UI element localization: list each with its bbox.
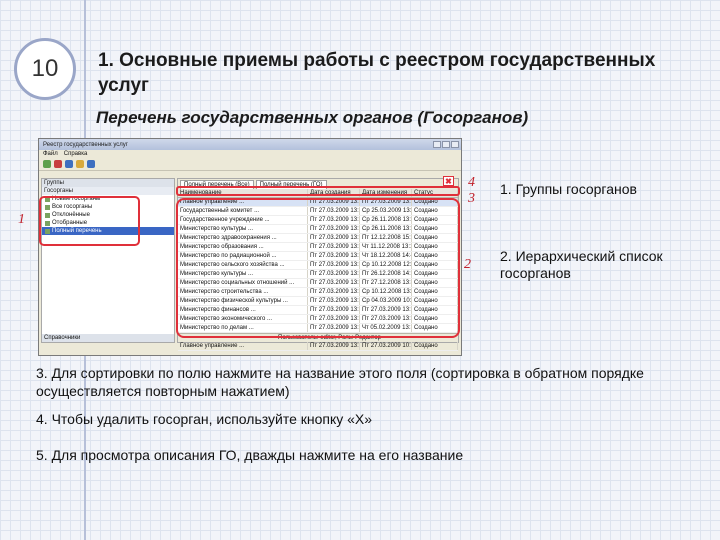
menu-help[interactable]: Справка [64, 151, 88, 157]
delete-x-icon[interactable]: ✖ [443, 176, 454, 186]
references-footer[interactable]: Справочники [42, 334, 174, 342]
marker-4: 4 [468, 175, 475, 190]
edit-icon[interactable] [65, 160, 73, 168]
slide-number: 10 [14, 38, 76, 100]
close-icon[interactable] [451, 141, 459, 148]
marker-2: 2 [464, 257, 471, 272]
menu-bar: Файл Справка [39, 150, 461, 158]
marker-3: 3 [468, 191, 475, 206]
highlight-hierarchical-list [176, 198, 460, 338]
cell-status: Создано [412, 342, 458, 350]
menu-file[interactable]: Файл [43, 151, 58, 157]
cell-created: Пт 27.03.2009 13:52 [310, 342, 360, 350]
minimize-icon[interactable] [433, 141, 441, 148]
delete-icon[interactable] [54, 160, 62, 168]
slide-title: 1. Основные приемы работы с реестром гос… [98, 50, 656, 96]
window-title: Реестр государственных услуг [43, 141, 128, 148]
paragraph-sorting: 3. Для сортировки по полю нажмите на наз… [36, 365, 644, 399]
groups-subheader: Госорганы [42, 187, 174, 195]
marker-1: 1 [18, 212, 25, 227]
annotation-hierarchy: 2. Иерархический список госорганов [500, 248, 663, 281]
print-icon[interactable] [87, 160, 95, 168]
groups-header: Группы [42, 179, 174, 187]
slide-subtitle: Перечень государственных органов (Госорг… [96, 108, 529, 127]
paragraph-delete: 4. Чтобы удалить госорган, используйте к… [36, 411, 373, 427]
maximize-icon[interactable] [442, 141, 450, 148]
add-icon[interactable] [43, 160, 51, 168]
paragraph-view: 5. Для просмотра описания ГО, дважды наж… [36, 447, 464, 463]
highlight-column-headers [176, 186, 460, 196]
highlight-groups [39, 196, 140, 246]
refresh-icon[interactable] [76, 160, 84, 168]
table-row[interactable]: Главное управление ... Пт 27.03.2009 13:5… [178, 342, 458, 351]
toolbar [39, 158, 461, 171]
cell-name: Главное управление ... [178, 342, 308, 350]
cell-modified: Пт 27.03.2009 10:50 [362, 342, 412, 350]
window-titlebar: Реестр государственных услуг [39, 139, 461, 150]
annotation-groups: 1. Группы госорганов [500, 181, 637, 197]
